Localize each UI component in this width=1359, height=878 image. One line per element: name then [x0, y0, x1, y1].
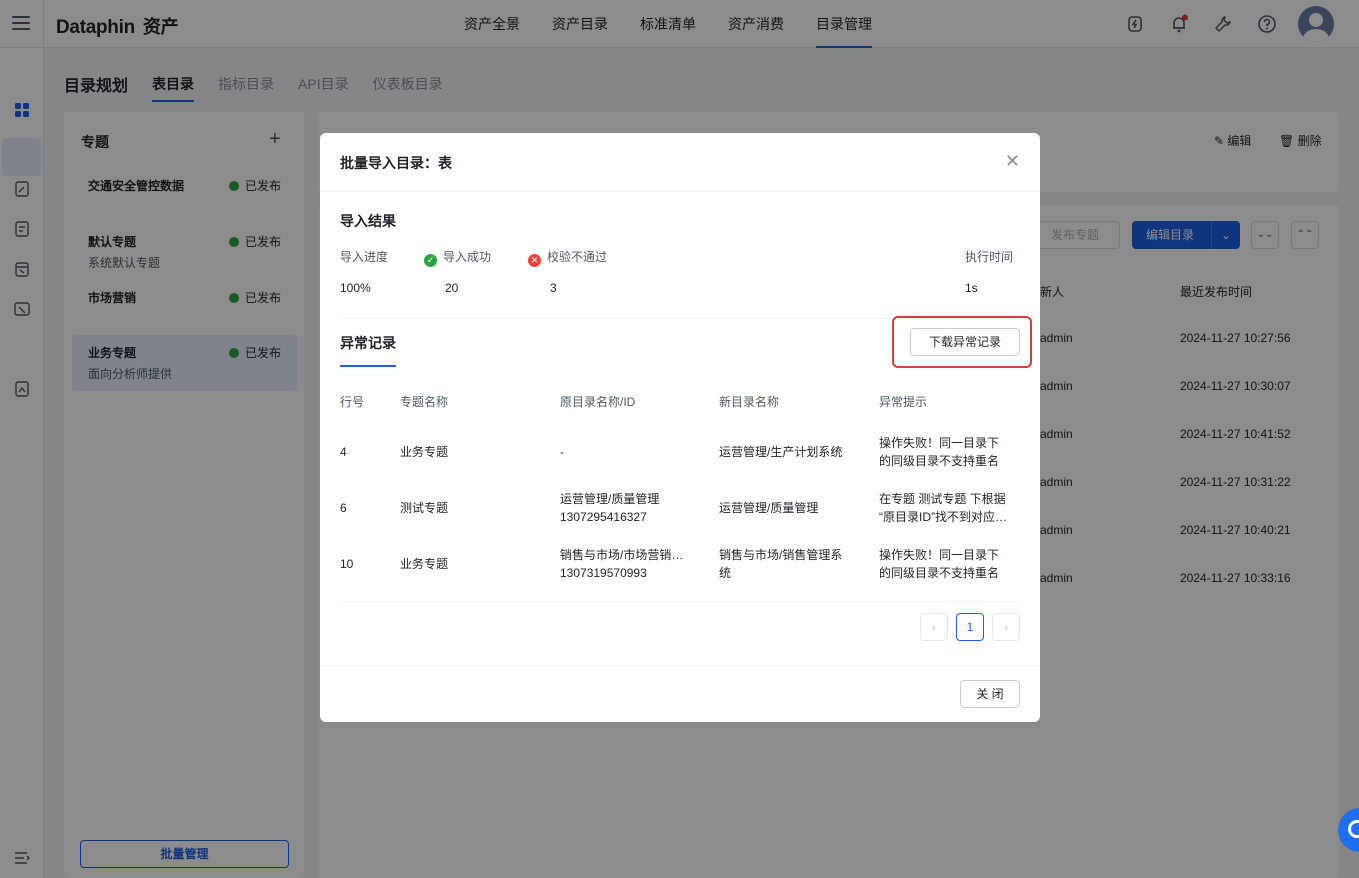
column-header: 原目录名称/ID	[560, 395, 636, 409]
column-header: 行号	[340, 395, 365, 409]
divider	[320, 665, 1040, 666]
cell-msg: 操作失败！同一目录下	[879, 436, 1000, 450]
cell-orig: -	[560, 445, 564, 459]
cell-topic: 业务专题	[400, 445, 449, 459]
close-button[interactable]: 关 闭	[960, 680, 1020, 708]
cell-line: 10	[340, 557, 354, 571]
cell-topic: 业务专题	[400, 557, 449, 571]
prev-page-icon[interactable]: ‹	[920, 613, 948, 641]
batch-import-modal: 批量导入目录：表 ✕ 导入结果 导入进度 ✓ 导入成功 ✕ 校验不通过 执行时间 1…	[320, 133, 1040, 722]
modal-title: 批量导入目录：表	[340, 155, 452, 171]
progress-label: 导入进度	[340, 250, 389, 264]
error-circle-icon: ✕	[528, 254, 541, 267]
divider	[340, 601, 1020, 602]
failed-value: 3	[550, 281, 557, 295]
cell-topic: 测试专题	[400, 501, 449, 515]
cell-orig: 运营管理/质量管理	[560, 492, 660, 506]
cell-msg: 操作失败！同一目录下	[879, 548, 1000, 562]
cell-msg-line2: 的同级目录不支持重名	[879, 454, 1000, 468]
check-circle-icon: ✓	[424, 254, 437, 267]
cell-msg: 在专题 测试专题 下根据	[879, 492, 1006, 506]
failed-label: ✕ 校验不通过	[528, 248, 607, 267]
cell-line: 6	[340, 501, 347, 515]
download-anomaly-button[interactable]: 下载异常记录	[910, 328, 1020, 356]
cell-line: 4	[340, 445, 347, 459]
cell-new-line2: 统	[719, 566, 732, 580]
time-label: 执行时间	[965, 250, 1014, 264]
cell-msg-line2: “原目录ID”找不到对应…	[879, 510, 1007, 524]
success-label: ✓ 导入成功	[424, 248, 491, 267]
divider	[320, 191, 1040, 192]
cell-orig: 销售与市场/市场营销…	[560, 548, 684, 562]
column-header: 专题名称	[400, 395, 449, 409]
page-number[interactable]: 1	[956, 613, 984, 641]
cell-msg-line2: 的同级目录不支持重名	[879, 566, 1000, 580]
cell-new: 运营管理/质量管理	[719, 501, 819, 515]
tab-anomaly-records[interactable]: 异常记录	[340, 333, 396, 367]
close-icon[interactable]: ✕	[1005, 151, 1020, 172]
column-header: 异常提示	[879, 395, 928, 409]
cell-new: 销售与市场/销售管理系	[719, 548, 843, 562]
time-value: 1s	[965, 281, 978, 295]
column-header: 新目录名称	[719, 395, 780, 409]
cell-orig-id: 1307295416327	[560, 510, 647, 524]
cell-new: 运营管理/生产计划系统	[719, 445, 843, 459]
next-page-icon[interactable]: ›	[992, 613, 1020, 641]
cell-orig-id: 1307319570993	[560, 566, 647, 580]
progress-value: 100%	[340, 281, 371, 295]
import-result-title: 导入结果	[340, 213, 396, 229]
success-value: 20	[445, 281, 459, 295]
